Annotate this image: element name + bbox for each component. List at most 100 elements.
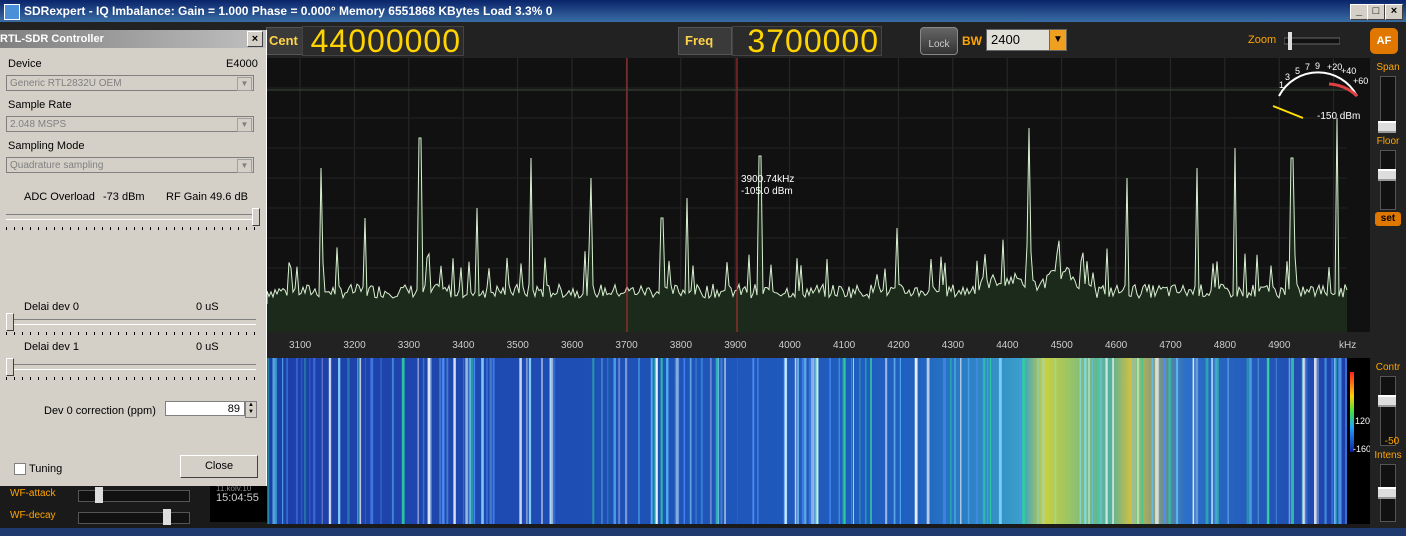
- meter-scale-label: +20: [1327, 62, 1342, 72]
- af-button[interactable]: AF: [1370, 28, 1398, 54]
- correction-spinner[interactable]: ▲ ▼: [245, 401, 257, 418]
- wf-attack-label: WF-attack: [10, 488, 56, 499]
- rf-gain-slider[interactable]: [6, 214, 256, 220]
- dialog-close-button[interactable]: ×: [247, 31, 263, 47]
- tuning-label: Tuning: [29, 463, 63, 475]
- waterfall-line: [321, 358, 323, 524]
- waterfall-line: [1132, 358, 1135, 524]
- lock-button[interactable]: Lock: [920, 27, 958, 55]
- waterfall-line: [975, 358, 978, 524]
- maximize-button[interactable]: □: [1367, 4, 1385, 20]
- waterfall-line: [607, 358, 609, 524]
- zoom-slider-knob[interactable]: [1288, 32, 1292, 50]
- waterfall-line: [286, 358, 288, 524]
- span-slider[interactable]: [1378, 76, 1396, 133]
- minimize-button[interactable]: _: [1350, 4, 1368, 20]
- waterfall-line: [625, 358, 627, 524]
- device-label: Device: [8, 58, 42, 70]
- dialog-title-bar: RTL-SDR Controller ×: [0, 30, 266, 48]
- waterfall-line: [328, 358, 332, 524]
- close-button[interactable]: ×: [1385, 4, 1403, 20]
- tuned-frequency-display[interactable]: 3700000: [732, 25, 882, 57]
- floor-slider-knob[interactable]: [1378, 169, 1396, 181]
- correction-input[interactable]: 89: [165, 401, 245, 416]
- taskbar: [0, 528, 1406, 536]
- intensity-slider[interactable]: [1378, 464, 1396, 522]
- delai-dev1-value: 0 uS: [196, 341, 219, 353]
- floor-slider[interactable]: [1378, 150, 1396, 210]
- delai-dev0-knob[interactable]: [6, 313, 14, 331]
- sampling-mode-select[interactable]: Quadrature sampling ▼: [6, 157, 254, 173]
- sampling-mode-value: Quadrature sampling: [10, 160, 104, 171]
- clock: 11.kolv.10 15:04:55: [210, 482, 267, 522]
- spectrum-display[interactable]: 3900.74kHz -105.0 dBm 3100 3200 3300 3400 35…: [267, 58, 1370, 360]
- delai-dev1-slider[interactable]: [6, 364, 256, 370]
- frequency-tick-label: 4600: [1105, 340, 1128, 351]
- intensity-slider-knob[interactable]: [1378, 487, 1396, 499]
- zoom-slider[interactable]: [1284, 30, 1340, 52]
- waterfall-line: [309, 358, 311, 524]
- waterfall-line: [1324, 358, 1327, 524]
- device-select[interactable]: Generic RTL2832U OEM ▼: [6, 75, 254, 91]
- frequency-tick-label: 4100: [833, 340, 856, 351]
- waterfall-line: [797, 358, 799, 524]
- set-button[interactable]: set: [1375, 212, 1401, 226]
- waterfall-line: [1140, 358, 1144, 524]
- waterfall-line: [954, 358, 956, 524]
- rf-gain-knob[interactable]: [252, 208, 260, 226]
- frequency-tick-label: 4200: [887, 340, 910, 351]
- waterfall-line: [1084, 358, 1087, 524]
- span-slider-knob[interactable]: [1378, 121, 1396, 133]
- waterfall-line: [300, 358, 303, 524]
- chevron-down-icon[interactable]: ▼: [237, 159, 252, 173]
- waterfall-line: [695, 358, 697, 524]
- chevron-down-icon[interactable]: ▼: [237, 77, 252, 91]
- delai-dev0-slider[interactable]: [6, 319, 256, 325]
- waterfall-line: [1112, 358, 1114, 524]
- contrast-slider-knob[interactable]: [1378, 395, 1396, 407]
- chevron-down-icon[interactable]: ▼: [237, 118, 252, 132]
- waterfall-filter-marker: [627, 358, 628, 524]
- waterfall-line: [853, 358, 854, 524]
- delai-dev0-label: Delai dev 0: [24, 301, 80, 313]
- frequency-tick-label: 3500: [507, 340, 530, 351]
- device-select-value: Generic RTL2832U OEM: [10, 78, 122, 89]
- waterfall-line: [893, 358, 895, 524]
- waterfall-line: [885, 358, 888, 524]
- waterfall-display[interactable]: [267, 358, 1347, 524]
- waterfall-line: [1168, 358, 1171, 524]
- waterfall-line: [1079, 358, 1081, 524]
- waterfall-line: [473, 358, 476, 524]
- waterfall-line: [1275, 358, 1277, 524]
- waterfall-line: [417, 358, 419, 524]
- waterfall-line: [1023, 358, 1026, 524]
- frequency-tick-label: 4900: [1268, 340, 1291, 351]
- waterfall-line: [989, 358, 992, 524]
- meter-scale-label: 1: [1279, 80, 1284, 90]
- wf-attack-slider[interactable]: [78, 487, 190, 503]
- frequency-tick-label: 3200: [343, 340, 366, 351]
- bandwidth-select[interactable]: 2400: [986, 29, 1054, 51]
- wf-attack-knob[interactable]: [95, 487, 103, 503]
- waterfall-line: [865, 358, 867, 524]
- center-frequency-display[interactable]: 44000000: [302, 25, 464, 57]
- chevron-down-icon[interactable]: ▼: [1049, 29, 1067, 51]
- intensity-label: Intens: [1374, 450, 1402, 461]
- tuning-checkbox[interactable]: [14, 463, 26, 475]
- delai-dev1-ticks: [6, 377, 256, 380]
- waterfall-line: [838, 358, 841, 524]
- waterfall-line: [489, 358, 492, 524]
- waterfall-line: [430, 358, 432, 524]
- sample-rate-select[interactable]: 2.048 MSPS ▼: [6, 116, 254, 132]
- delai-dev1-knob[interactable]: [6, 358, 14, 376]
- meter-scale-label: 5: [1295, 66, 1300, 76]
- waterfall-line: [859, 358, 861, 524]
- close-dialog-button[interactable]: Close: [180, 455, 258, 478]
- waterfall-line: [752, 358, 755, 524]
- wf-decay-knob[interactable]: [163, 509, 171, 525]
- waterfall-line: [1257, 358, 1259, 524]
- waterfall-line: [304, 358, 307, 524]
- waterfall-line: [1227, 358, 1229, 524]
- wf-decay-slider[interactable]: [78, 509, 190, 525]
- tuner-type: E4000: [226, 58, 258, 70]
